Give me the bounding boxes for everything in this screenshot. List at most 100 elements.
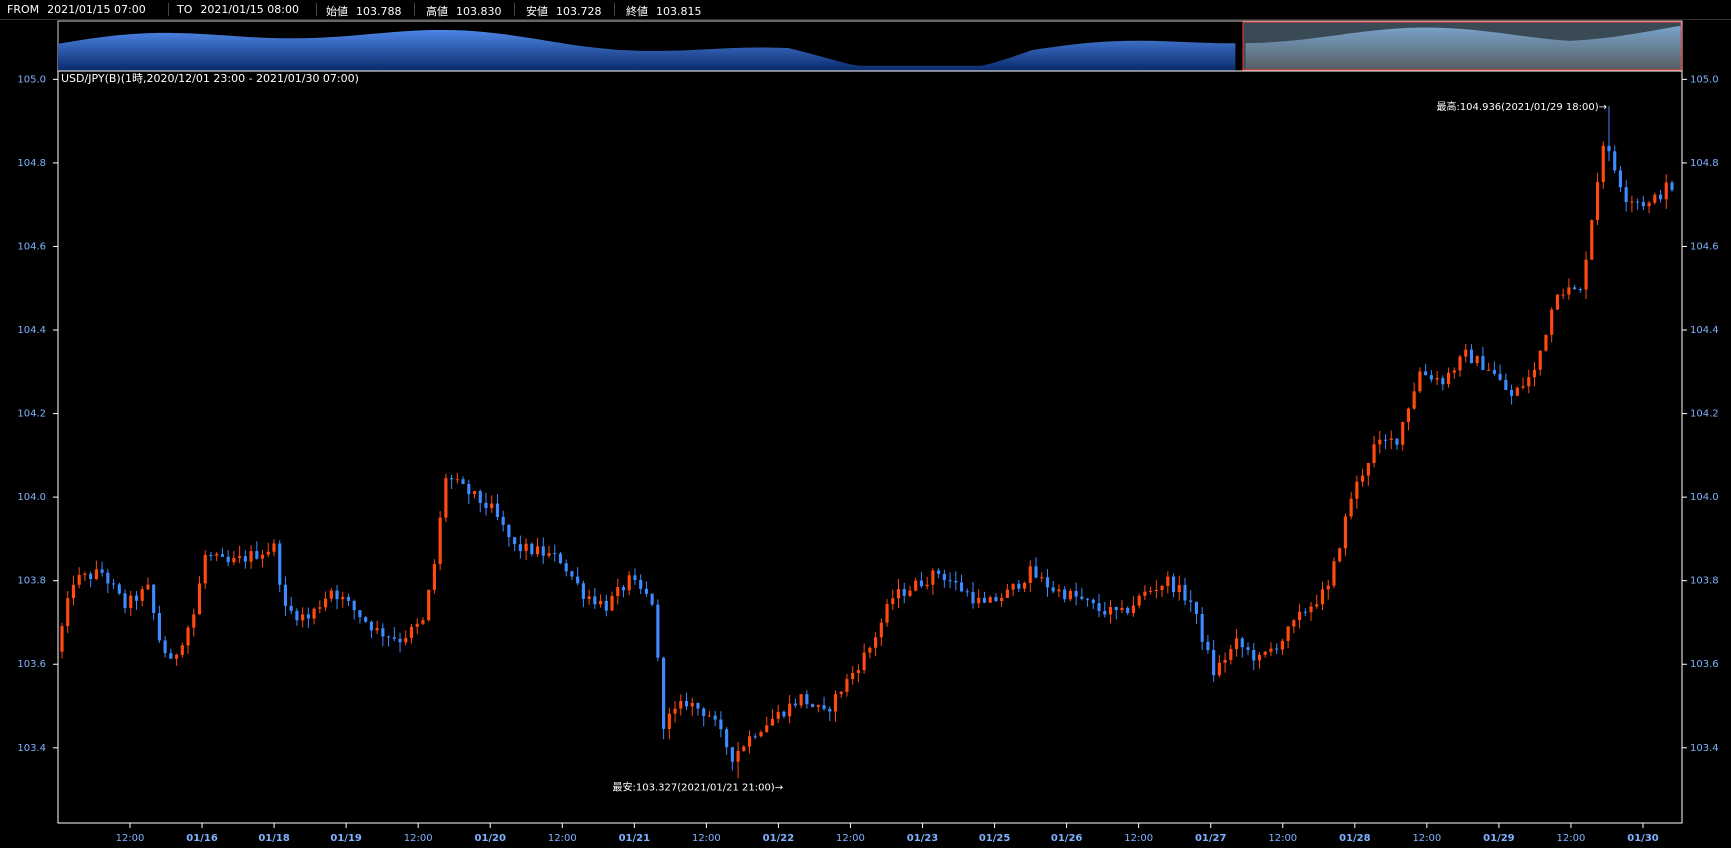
x-tick-label: 12:00 — [836, 833, 865, 844]
candle — [1315, 594, 1319, 609]
candle-body — [879, 622, 883, 638]
candle-body — [650, 593, 654, 605]
x-tick-label: 12:00 — [1557, 833, 1586, 844]
candle — [1286, 625, 1290, 649]
candle — [501, 510, 505, 532]
candle — [484, 492, 488, 516]
candle — [123, 589, 127, 614]
candle-body — [1532, 369, 1537, 378]
y-tick-label: 105.0 — [17, 74, 46, 85]
candle-body — [1595, 182, 1600, 221]
candle — [1527, 369, 1531, 394]
candle-body — [1280, 640, 1284, 650]
candle — [197, 576, 202, 615]
candle — [1406, 407, 1411, 431]
candle — [1252, 642, 1256, 670]
candle — [1206, 634, 1210, 654]
candle — [232, 550, 236, 566]
candle — [1000, 593, 1004, 608]
candle-body — [914, 580, 918, 591]
candle — [1647, 200, 1651, 214]
candle — [272, 539, 276, 557]
candle-body — [1664, 182, 1668, 200]
candle — [736, 741, 740, 779]
candle-body — [432, 564, 436, 590]
candle-body — [518, 544, 522, 551]
candle — [409, 623, 414, 644]
candle — [295, 608, 299, 626]
candle — [1183, 578, 1187, 606]
candle-body — [1630, 201, 1634, 203]
candle — [1521, 377, 1525, 390]
candle — [1538, 350, 1542, 376]
candle — [1578, 287, 1582, 293]
candle — [1515, 386, 1519, 397]
candle — [581, 580, 585, 608]
candle-body — [1269, 648, 1273, 652]
candle-body — [163, 640, 167, 654]
candle — [1326, 580, 1330, 600]
candle-body — [570, 571, 574, 577]
candle-body — [1544, 334, 1548, 351]
candle-body — [1601, 145, 1605, 183]
candle-body — [1521, 386, 1525, 388]
chart[interactable]: 105.0 104.8 104.6 104.4 104.2 104.0 103.8 103.6… — [0, 0, 1731, 848]
candle-body — [232, 558, 236, 563]
range-navigator[interactable] — [57, 20, 1683, 72]
candle-body — [381, 628, 385, 637]
candle — [1154, 580, 1158, 599]
candle — [1401, 421, 1405, 451]
candle-body — [175, 654, 179, 659]
candle-body — [1481, 356, 1485, 371]
candle — [306, 607, 310, 629]
candle — [1664, 174, 1668, 209]
candle-body — [1246, 647, 1250, 650]
candle — [1080, 587, 1084, 601]
candle — [83, 571, 87, 581]
candle — [472, 490, 477, 499]
candle — [627, 571, 631, 596]
candle-body — [1458, 356, 1462, 371]
candle — [341, 591, 345, 608]
candle-body — [925, 584, 929, 587]
candle — [260, 549, 265, 568]
candle — [438, 511, 442, 571]
candle-body — [1217, 662, 1221, 676]
candle-body — [71, 584, 76, 599]
candle-body — [1177, 584, 1181, 593]
y-tick-label: 104.4 — [1690, 325, 1719, 336]
candle-body — [1527, 377, 1531, 387]
candle-body — [1022, 582, 1027, 589]
candle — [169, 648, 173, 659]
candle — [432, 559, 436, 594]
candle-body — [1452, 370, 1456, 373]
candle-body — [387, 636, 391, 638]
candle-body — [604, 600, 608, 611]
candle-body — [753, 736, 757, 738]
candle-body — [404, 638, 408, 643]
candle-body — [77, 574, 81, 585]
candle — [891, 589, 895, 610]
candle-body — [719, 719, 723, 730]
candle-body — [1338, 548, 1342, 562]
candle — [1212, 639, 1216, 682]
candle — [427, 589, 431, 622]
candle — [719, 711, 723, 738]
candle — [1573, 284, 1577, 290]
candle-body — [226, 556, 230, 563]
candle-body — [874, 637, 878, 648]
candle — [788, 694, 792, 724]
candle — [805, 690, 809, 709]
candle-body — [891, 598, 895, 605]
candle — [163, 636, 167, 658]
x-tick-label: 01/21 — [619, 833, 651, 844]
candle-body — [616, 587, 620, 597]
candle — [1492, 361, 1496, 376]
candle — [381, 623, 385, 647]
candle-body — [1080, 596, 1084, 599]
candle-body — [1137, 595, 1141, 606]
candle-body — [1567, 287, 1571, 295]
candle-body — [1212, 650, 1216, 676]
candle — [1601, 141, 1605, 189]
candle-body — [1240, 638, 1244, 648]
